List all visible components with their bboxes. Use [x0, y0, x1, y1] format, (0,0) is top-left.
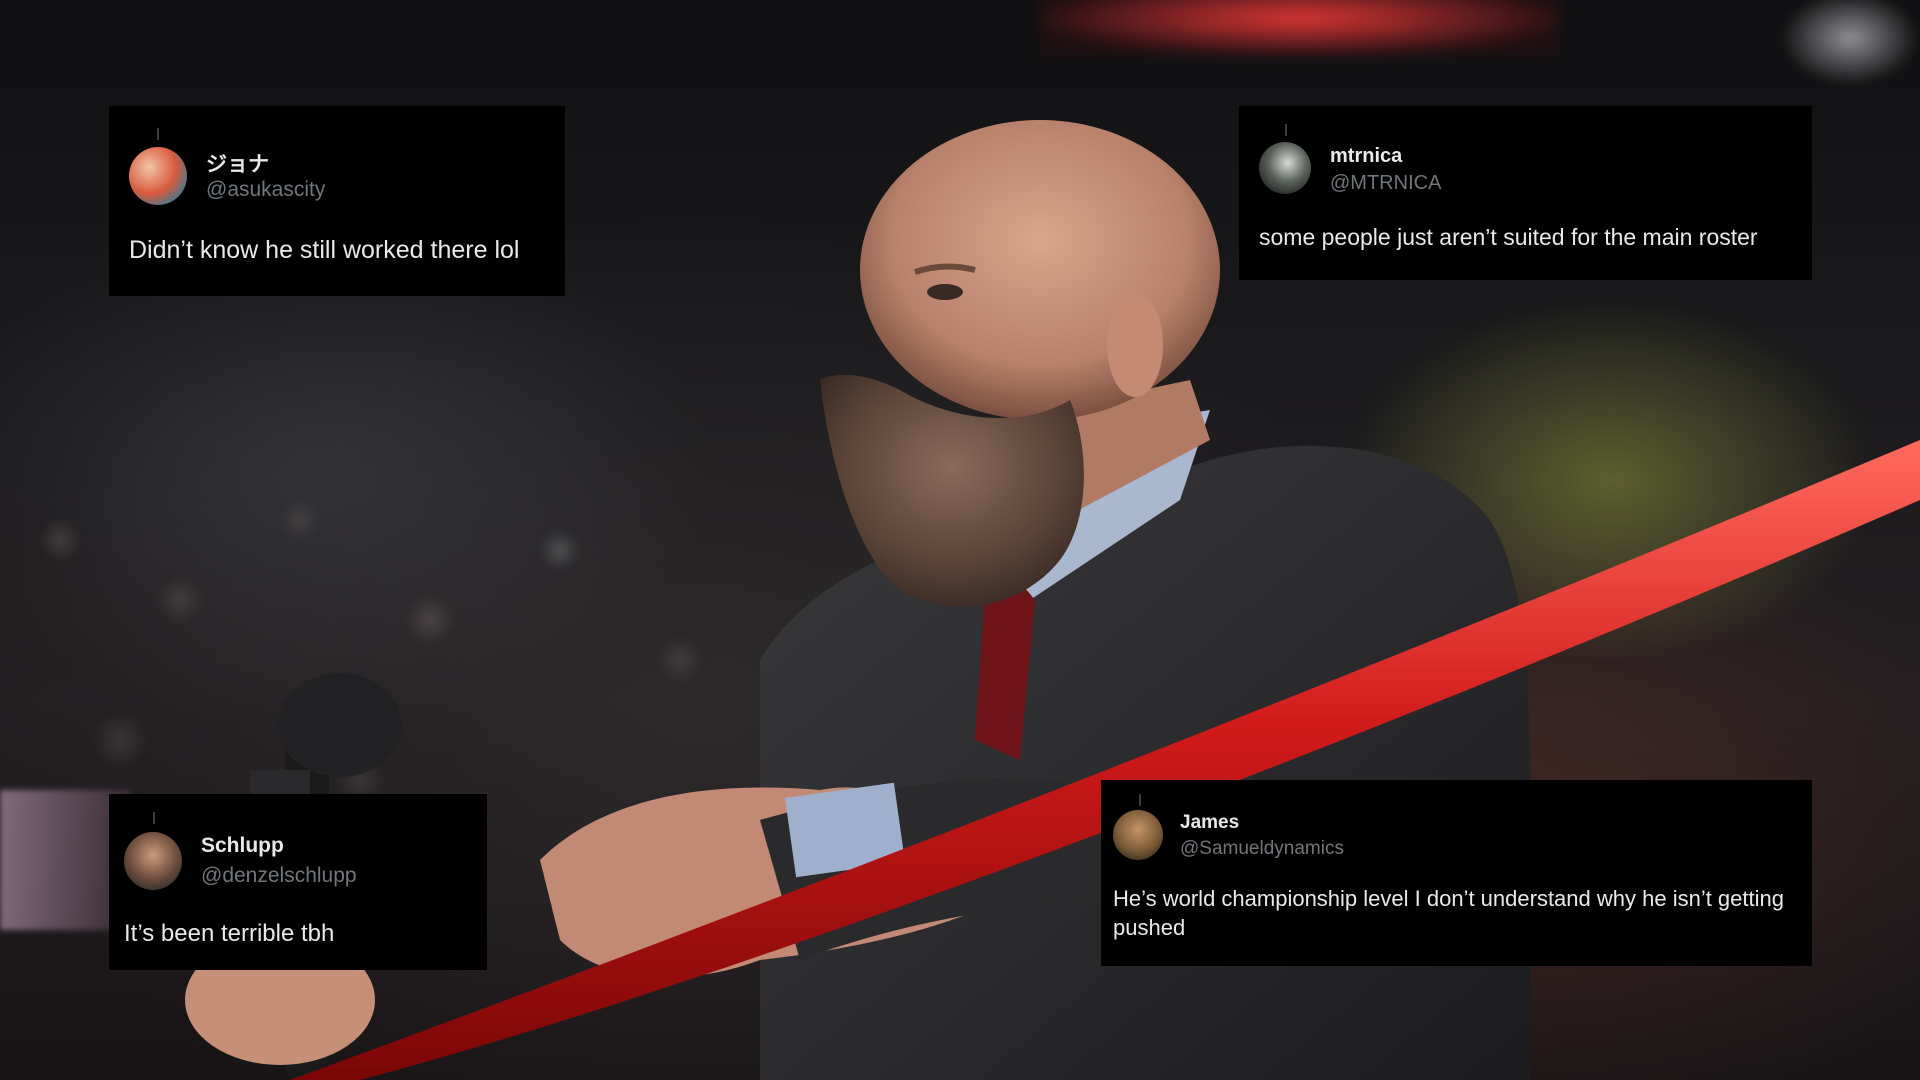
tweet-text: Didn’t know he still worked there lol [129, 236, 520, 264]
thread-line [1139, 794, 1141, 806]
user-handle[interactable]: @denzelschlupp [201, 864, 357, 888]
tweet-text: It’s been terrible tbh [124, 920, 335, 947]
tweet-card: mtrnica @MTRNICA some people just aren’t… [1239, 106, 1812, 280]
thread-line [1285, 124, 1287, 136]
user-handle[interactable]: @asukascity [206, 178, 325, 202]
user-handle[interactable]: @Samueldynamics [1180, 838, 1344, 860]
display-name[interactable]: Schlupp [201, 834, 284, 858]
tweet-text: He’s world championship level I don’t un… [1113, 886, 1784, 940]
display-name[interactable]: James [1180, 812, 1239, 834]
tweet-card: ジョナ @asukascity Didn’t know he still wor… [109, 106, 565, 296]
avatar[interactable] [129, 147, 187, 205]
thread-line [157, 128, 159, 140]
tweet-card: Schlupp @denzelschlupp It’s been terribl… [109, 794, 487, 970]
avatar[interactable] [1259, 142, 1311, 194]
thread-line [153, 812, 155, 824]
display-name[interactable]: mtrnica [1330, 145, 1402, 168]
avatar[interactable] [124, 832, 182, 890]
background-photo: ジョナ @asukascity Didn’t know he still wor… [0, 0, 1920, 1080]
user-handle[interactable]: @MTRNICA [1330, 172, 1441, 195]
display-name[interactable]: ジョナ [206, 148, 269, 178]
tweet-card: James @Samueldynamics He’s world champio… [1101, 780, 1812, 966]
avatar[interactable] [1113, 810, 1163, 860]
tweet-text: some people just aren’t suited for the m… [1259, 224, 1758, 250]
